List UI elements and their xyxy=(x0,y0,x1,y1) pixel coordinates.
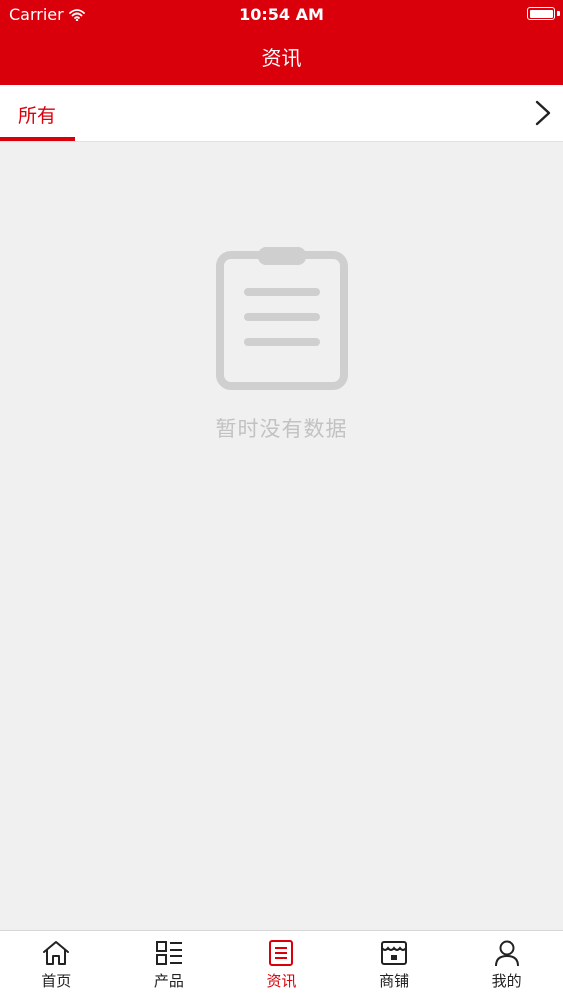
status-bar: Carrier 10:54 AM xyxy=(0,0,563,30)
status-time: 10:54 AM xyxy=(239,5,324,24)
empty-state: 暂时没有数据 xyxy=(0,245,563,443)
shop-icon xyxy=(381,941,408,965)
tab-news[interactable]: 资讯 xyxy=(225,931,338,1000)
clipboard-icon xyxy=(215,247,348,390)
battery-tip xyxy=(557,11,560,16)
news-icon xyxy=(269,940,294,966)
tab-me[interactable]: 我的 xyxy=(450,931,563,1000)
page-title: 资讯 xyxy=(261,46,302,70)
bottom-tab-bar: 首页 产品 资讯 商铺 我的 xyxy=(0,930,563,1000)
user-icon xyxy=(494,940,519,967)
active-tab-indicator xyxy=(0,137,75,141)
tab-products[interactable]: 产品 xyxy=(113,931,226,1000)
home-icon xyxy=(43,941,70,965)
tab-home-label: 首页 xyxy=(41,972,72,990)
app-header: Carrier 10:54 AM 资讯 xyxy=(0,0,563,85)
grid-list-icon xyxy=(155,941,182,965)
category-tabs: 所有 xyxy=(0,85,563,142)
tab-all[interactable]: 所有 xyxy=(0,85,75,141)
tab-shop-label: 商铺 xyxy=(379,972,410,990)
battery-icon xyxy=(527,7,555,20)
tab-products-label: 产品 xyxy=(153,972,184,990)
battery-level xyxy=(529,9,553,18)
tab-home[interactable]: 首页 xyxy=(0,931,113,1000)
tab-all-label: 所有 xyxy=(18,105,57,127)
tab-news-label: 资讯 xyxy=(266,972,297,990)
tab-me-label: 我的 xyxy=(491,972,522,990)
chevron-right-icon[interactable] xyxy=(531,99,555,127)
tab-shop[interactable]: 商铺 xyxy=(338,931,451,1000)
empty-message: 暂时没有数据 xyxy=(215,417,348,441)
